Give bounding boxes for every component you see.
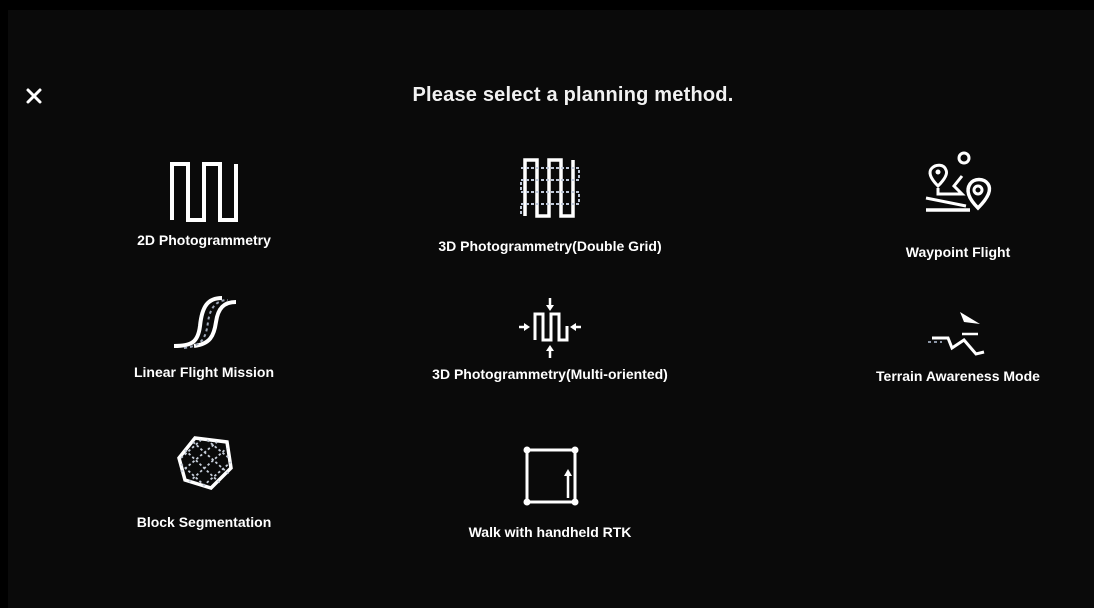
linear-flight-icon — [164, 292, 244, 354]
double-grid-icon — [515, 154, 585, 224]
option-label: Walk with handheld RTK — [468, 524, 632, 540]
handheld-rtk-icon — [515, 444, 585, 508]
option-3d-double-grid[interactable]: 3D Photogrammetry(Double Grid) — [390, 150, 710, 260]
waypoint-icon — [918, 150, 998, 224]
terrain-awareness-icon — [918, 308, 998, 360]
option-3d-multi-oriented[interactable]: 3D Photogrammetry(Multi-oriented) — [390, 292, 710, 402]
option-2d-photogrammetry[interactable]: 2D Photogrammetry — [44, 150, 364, 260]
planning-method-dialog: Please select a planning method. 2D Phot… — [8, 10, 1094, 608]
option-label: 2D Photogrammetry — [137, 232, 271, 248]
multi-oriented-icon — [515, 296, 585, 360]
option-label: Terrain Awareness Mode — [876, 368, 1040, 384]
option-label: Waypoint Flight — [905, 244, 1011, 260]
option-label: Block Segmentation — [136, 514, 272, 530]
option-terrain-awareness-mode[interactable]: Terrain Awareness Mode — [798, 292, 1094, 402]
option-label: 3D Photogrammetry(Multi-oriented) — [432, 366, 668, 382]
block-segmentation-icon — [171, 434, 237, 492]
option-walk-handheld-rtk[interactable]: Walk with handheld RTK — [390, 434, 710, 544]
option-block-segmentation[interactable]: Block Segmentation — [44, 434, 364, 544]
dialog-title: Please select a planning method. — [412, 84, 734, 106]
option-waypoint-flight[interactable]: Waypoint Flight — [798, 150, 1094, 260]
option-linear-flight-mission[interactable]: Linear Flight Mission — [44, 292, 364, 402]
top-border — [0, 0, 1094, 10]
option-label: 3D Photogrammetry(Double Grid) — [438, 238, 662, 254]
2d-photogrammetry-icon — [166, 158, 242, 222]
option-label: Linear Flight Mission — [133, 364, 274, 380]
